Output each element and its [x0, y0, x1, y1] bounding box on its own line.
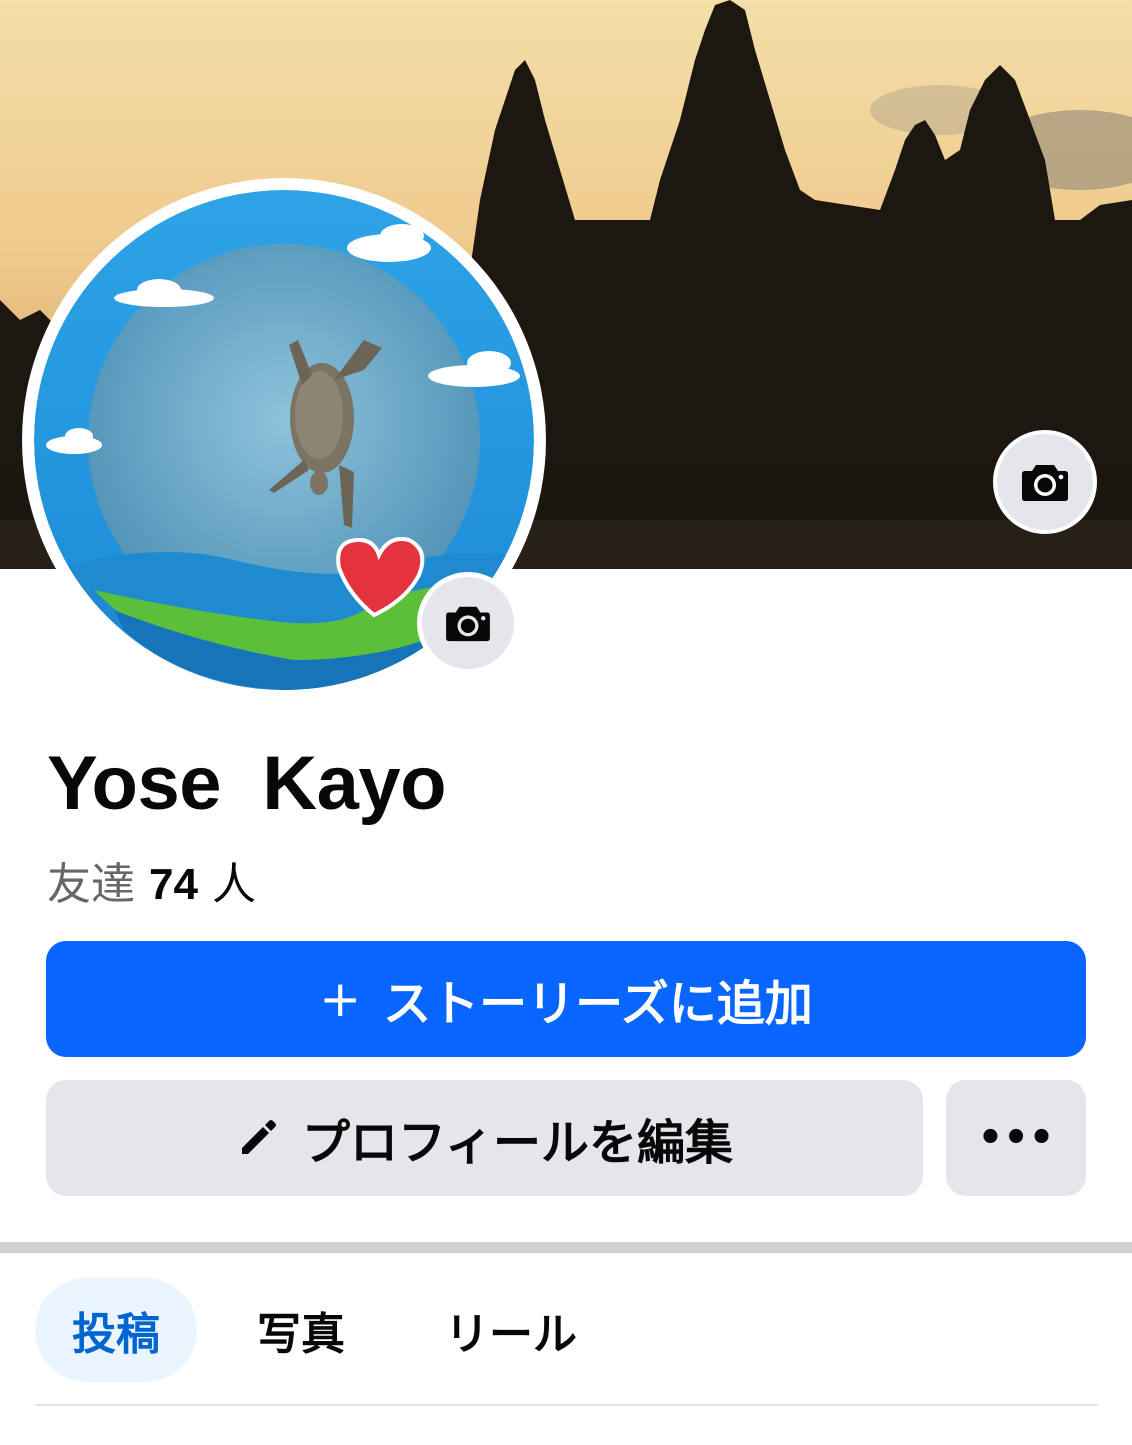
- more-icon: •••: [977, 1115, 1055, 1161]
- avatar-camera-button[interactable]: [417, 572, 519, 674]
- camera-icon: [1022, 465, 1068, 501]
- friends-count[interactable]: 友達 74 人: [47, 848, 256, 912]
- add-story-button[interactable]: + ストーリーズに追加: [46, 941, 1086, 1057]
- tab-reels[interactable]: リール: [428, 1278, 594, 1382]
- tabs-bottom-divider: [35, 1404, 1098, 1406]
- tab-posts[interactable]: 投稿: [35, 1278, 197, 1382]
- more-options-button[interactable]: •••: [946, 1080, 1086, 1196]
- friends-number: 74: [149, 860, 198, 909]
- section-divider: [0, 1242, 1132, 1253]
- pencil-icon: [236, 1116, 280, 1160]
- tab-photos[interactable]: 写真: [236, 1278, 366, 1382]
- camera-icon: [446, 606, 490, 642]
- friends-unit: 人: [211, 859, 256, 910]
- add-story-label: ストーリーズに追加: [383, 976, 813, 1032]
- profile-name: Yose Kayo: [47, 741, 447, 826]
- friends-label: 友達: [47, 859, 135, 910]
- cover-camera-button[interactable]: [993, 430, 1097, 534]
- plus-icon: +: [319, 970, 362, 1028]
- edit-profile-button[interactable]: プロフィールを編集: [46, 1080, 923, 1196]
- edit-profile-label: プロフィールを編集: [301, 1115, 734, 1171]
